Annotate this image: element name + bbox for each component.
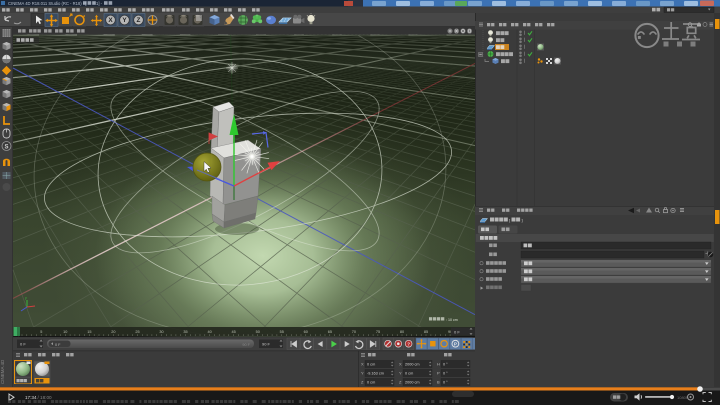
svg-text:60: 60 — [304, 330, 308, 334]
svg-text:S: S — [4, 144, 8, 150]
svg-text:35: 35 — [183, 330, 187, 334]
svg-text:10: 10 — [63, 330, 67, 334]
svg-text:0 F: 0 F — [454, 330, 460, 335]
svg-text:15: 15 — [87, 330, 91, 334]
svg-text:90 F: 90 F — [242, 343, 250, 347]
svg-text:30: 30 — [159, 330, 163, 334]
svg-text:y: y — [25, 296, 27, 300]
svg-text:90 F: 90 F — [262, 342, 271, 347]
svg-text:65: 65 — [328, 330, 332, 334]
svg-text:0 cm: 0 cm — [367, 363, 375, 367]
svg-text:50: 50 — [256, 330, 260, 334]
svg-text:85: 85 — [424, 330, 428, 334]
svg-text:Y: Y — [361, 371, 364, 376]
svg-text:0 F: 0 F — [20, 342, 26, 347]
svg-text:75: 75 — [376, 330, 380, 334]
svg-text:70: 70 — [352, 330, 356, 334]
svg-text:: 10 cm: : 10 cm — [446, 318, 458, 322]
svg-text:2000 cm: 2000 cm — [405, 363, 420, 367]
svg-text:0 °: 0 ° — [443, 372, 448, 376]
svg-text:P: P — [454, 342, 457, 347]
svg-text:1] -: 1] - — [96, 1, 103, 6]
svg-text:?: ? — [407, 341, 410, 346]
svg-text:40: 40 — [207, 330, 211, 334]
svg-text:H: H — [437, 362, 440, 367]
svg-text:45: 45 — [232, 330, 236, 334]
svg-text:Y: Y — [399, 371, 402, 376]
svg-text:X: X — [108, 17, 113, 24]
svg-text:CINEMA 4D: CINEMA 4D — [0, 359, 5, 384]
svg-text:Z: Z — [137, 17, 141, 24]
svg-text:X: X — [361, 362, 364, 367]
svg-text:0 F: 0 F — [55, 343, 61, 347]
svg-text:2000 cm: 2000 cm — [405, 381, 420, 385]
svg-text:55: 55 — [280, 330, 284, 334]
svg-text:0 cm: 0 cm — [367, 381, 375, 385]
svg-text:0 °: 0 ° — [443, 381, 448, 385]
svg-text:X: X — [399, 362, 402, 367]
svg-text:80: 80 — [400, 330, 404, 334]
svg-text:-9.163 cm: -9.163 cm — [367, 372, 384, 376]
svg-text:/ 18:00: / 18:00 — [38, 395, 52, 400]
svg-text:25: 25 — [135, 330, 139, 334]
svg-text:0 °: 0 ° — [443, 363, 448, 367]
svg-text:P: P — [437, 371, 440, 376]
svg-text:]: ] — [522, 218, 523, 223]
svg-text:20: 20 — [111, 330, 115, 334]
svg-text:17:34: 17:34 — [25, 395, 37, 400]
svg-text:CINEMA 4D R18.011 Studio (RC -: CINEMA 4D R18.011 Studio (RC - R18) - [ — [8, 1, 87, 6]
svg-text:0 cm: 0 cm — [405, 372, 413, 376]
svg-text:B: B — [437, 380, 440, 385]
svg-text:Y: Y — [122, 17, 127, 24]
svg-text:5: 5 — [40, 330, 42, 334]
